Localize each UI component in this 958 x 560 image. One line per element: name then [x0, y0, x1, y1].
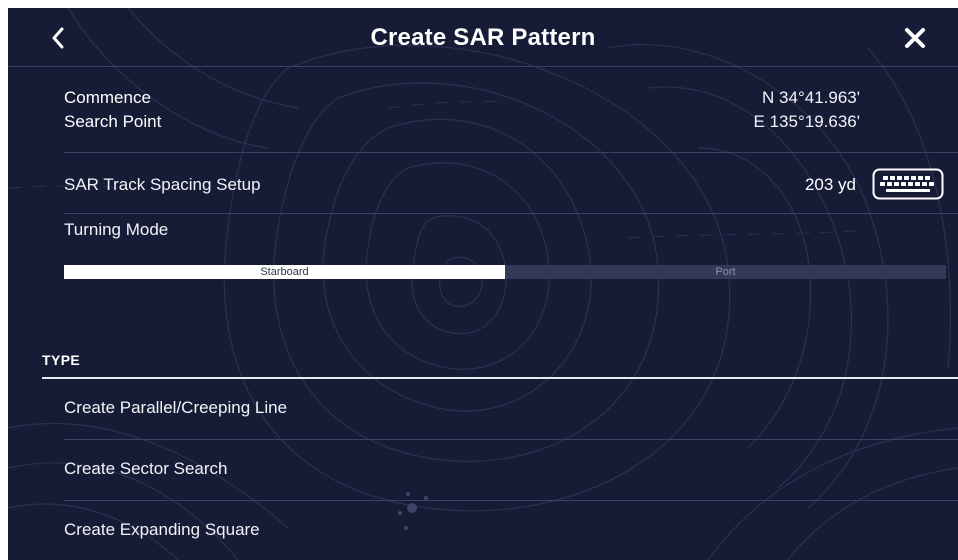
commence-coordinates: N 34°41.963' E 135°19.636' — [754, 86, 860, 134]
create-expanding-square-item[interactable]: Create Expanding Square — [64, 500, 958, 560]
create-parallel-creeping-line-item[interactable]: Create Parallel/Creeping Line — [64, 378, 958, 439]
sar-track-spacing-label: SAR Track Spacing Setup — [64, 175, 261, 194]
divider — [64, 213, 958, 214]
list-item-label: Create Sector Search — [64, 459, 228, 478]
turning-mode-toggle: Starboard Port — [64, 265, 946, 279]
starboard-option[interactable]: Starboard — [64, 265, 505, 279]
divider — [64, 152, 958, 153]
close-icon — [905, 28, 925, 48]
turning-mode-label: Turning Mode — [64, 220, 169, 239]
keyboard-icon — [872, 168, 944, 200]
close-button[interactable] — [900, 22, 930, 54]
header-bar: Create SAR Pattern — [8, 8, 958, 67]
longitude-value: E 135°19.636' — [753, 112, 860, 131]
create-sector-search-item[interactable]: Create Sector Search — [64, 439, 958, 500]
page-title: Create SAR Pattern — [370, 24, 596, 51]
sar-pattern-screen: Create SAR Pattern Commence Search Point… — [8, 8, 958, 560]
keyboard-button[interactable] — [872, 168, 944, 200]
latitude-value: N 34°41.963' — [762, 88, 860, 107]
type-section-header: TYPE — [42, 352, 81, 368]
sar-track-spacing-value: 203 yd — [804, 175, 856, 194]
list-item-label: Create Expanding Square — [64, 520, 260, 539]
port-option[interactable]: Port — [505, 265, 946, 279]
list-item-label: Create Parallel/Creeping Line — [64, 398, 288, 417]
